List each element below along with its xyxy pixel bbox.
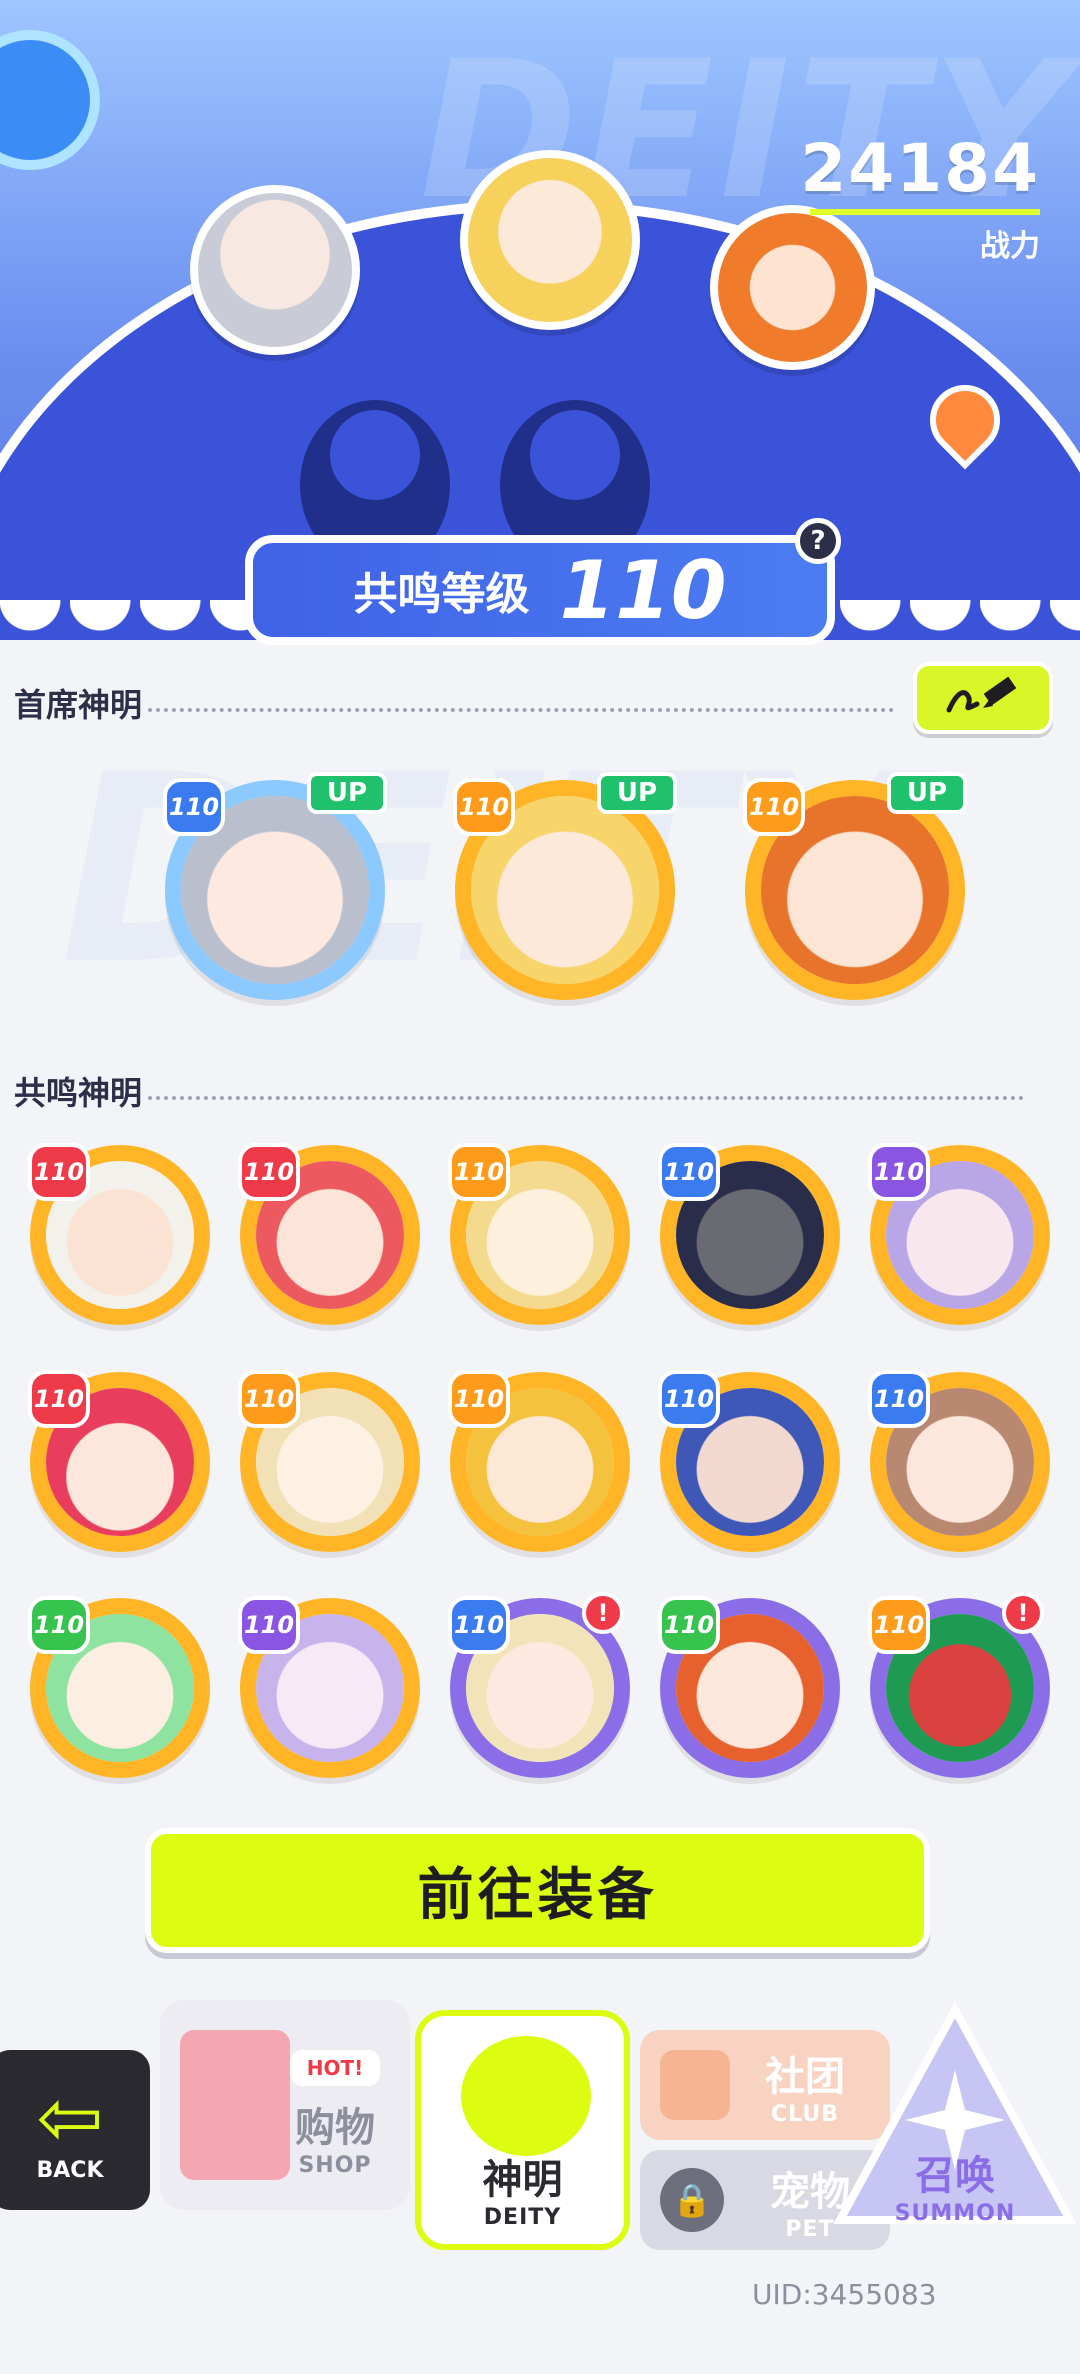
back-arrow-icon: ⇦	[36, 2070, 104, 2164]
resonance-deity-slot-10[interactable]: 110	[868, 1370, 1050, 1552]
level-badge: 110	[658, 1370, 720, 1428]
level-badge: 110	[238, 1596, 300, 1654]
resonance-deity-slot-9[interactable]: 110	[658, 1370, 840, 1552]
back-label: BACK	[36, 2157, 104, 2183]
briefcase-icon	[660, 2050, 730, 2120]
chibi-character-1[interactable]	[190, 185, 360, 355]
level-badge: 110	[658, 1596, 720, 1654]
go-equip-button[interactable]: 前往装备	[145, 1828, 930, 1953]
level-badge: 110	[743, 778, 805, 836]
summon-label-cn: 召唤	[914, 2153, 995, 2199]
upgrade-arrow-icon: UP	[887, 772, 967, 814]
nav-summon[interactable]: 召唤 SUMMON	[830, 2000, 1080, 2240]
help-icon[interactable]: ?	[795, 518, 841, 564]
level-badge: 110	[868, 1370, 930, 1428]
pencil-icon	[946, 676, 1017, 713]
resonance-deity-title: 共鸣神明	[14, 1074, 143, 1112]
resonance-deity-slot-7[interactable]: 110	[238, 1370, 420, 1552]
resonance-deity-header: 共鸣神明	[14, 1068, 1024, 1114]
alert-icon: !	[582, 1592, 624, 1634]
shop-label-group: 购物 SHOP	[295, 2095, 375, 2178]
level-badge: 110	[238, 1143, 300, 1201]
hot-tag: HOT!	[290, 2050, 380, 2086]
resonance-deity-slot-4[interactable]: 110	[658, 1143, 840, 1325]
nav-shop[interactable]: HOT! 购物 SHOP	[160, 2000, 410, 2210]
chief-deity-slot-2[interactable]: 110 UP	[453, 772, 677, 1000]
resonance-deity-slot-11[interactable]: 110	[28, 1596, 210, 1778]
level-badge: 110	[448, 1370, 510, 1428]
level-badge: 110	[28, 1370, 90, 1428]
level-badge: 110	[453, 778, 515, 836]
shop-label-cn: 购物	[295, 2105, 375, 2151]
nav-deity[interactable]: 神明 DEITY	[415, 2010, 630, 2250]
dotted-divider	[148, 708, 894, 712]
chief-deity-header: 首席神明	[14, 680, 894, 726]
combat-power-label: 战力	[980, 229, 1040, 264]
chief-deity-slot-3[interactable]: 110 UP	[743, 772, 967, 1000]
resonance-deity-slot-13[interactable]: 110 !	[448, 1592, 630, 1778]
level-badge: 110	[163, 778, 225, 836]
level-badge: 110	[868, 1143, 930, 1201]
power-underline	[810, 209, 1040, 215]
deity-label-en: DEITY	[483, 2205, 562, 2230]
level-badge: 110	[868, 1596, 930, 1654]
deity-mascot-icon	[461, 2036, 591, 2156]
resonance-level-bar[interactable]: 共鸣等级 110	[245, 535, 835, 645]
resonance-level-value: 110	[559, 543, 727, 637]
back-button[interactable]: ⇦ BACK	[0, 2050, 150, 2210]
summon-label-group: 召唤 SUMMON	[895, 2143, 1016, 2226]
resonance-deity-slot-5[interactable]: 110	[868, 1143, 1050, 1325]
dotted-divider	[148, 1096, 1024, 1100]
resonance-deity-slot-14[interactable]: 110	[658, 1596, 840, 1778]
deity-label-group: 神明 DEITY	[483, 2147, 563, 2230]
resonance-deity-slot-3[interactable]: 110	[448, 1143, 630, 1325]
resonance-deity-slot-8[interactable]: 110	[448, 1370, 630, 1552]
level-badge: 110	[658, 1143, 720, 1201]
upgrade-arrow-icon: UP	[597, 772, 677, 814]
resonance-level-label: 共鸣等级	[353, 569, 530, 620]
resonance-deity-slot-6[interactable]: 110	[28, 1370, 210, 1552]
user-id: UID:3455083	[752, 2278, 937, 2311]
resonance-deity-slot-1[interactable]: 110	[28, 1143, 210, 1325]
chief-deity-slot-1[interactable]: 110 UP	[163, 772, 387, 1000]
chibi-character-2[interactable]	[460, 150, 640, 330]
combat-power: 24184 战力	[800, 130, 1040, 265]
planet-icon	[0, 30, 100, 170]
lock-icon: 🔒	[660, 2168, 724, 2232]
upgrade-arrow-icon: UP	[307, 772, 387, 814]
level-badge: 110	[28, 1596, 90, 1654]
level-badge: 110	[448, 1596, 510, 1654]
level-badge: 110	[448, 1143, 510, 1201]
level-badge: 110	[238, 1370, 300, 1428]
combat-power-value: 24184	[800, 130, 1040, 207]
deity-label-cn: 神明	[482, 2157, 563, 2203]
summon-label-en: SUMMON	[894, 2201, 1016, 2226]
chief-deity-title: 首席神明	[14, 686, 143, 724]
resonance-deity-slot-12[interactable]: 110	[238, 1596, 420, 1778]
level-badge: 110	[28, 1143, 90, 1201]
shop-label-en: SHOP	[298, 2153, 372, 2178]
alert-icon: !	[1002, 1592, 1044, 1634]
vending-machine-icon	[180, 2030, 290, 2180]
edit-button[interactable]	[913, 662, 1053, 734]
resonance-deity-slot-2[interactable]: 110	[238, 1143, 420, 1325]
resonance-deity-slot-15[interactable]: 110 !	[868, 1592, 1050, 1778]
